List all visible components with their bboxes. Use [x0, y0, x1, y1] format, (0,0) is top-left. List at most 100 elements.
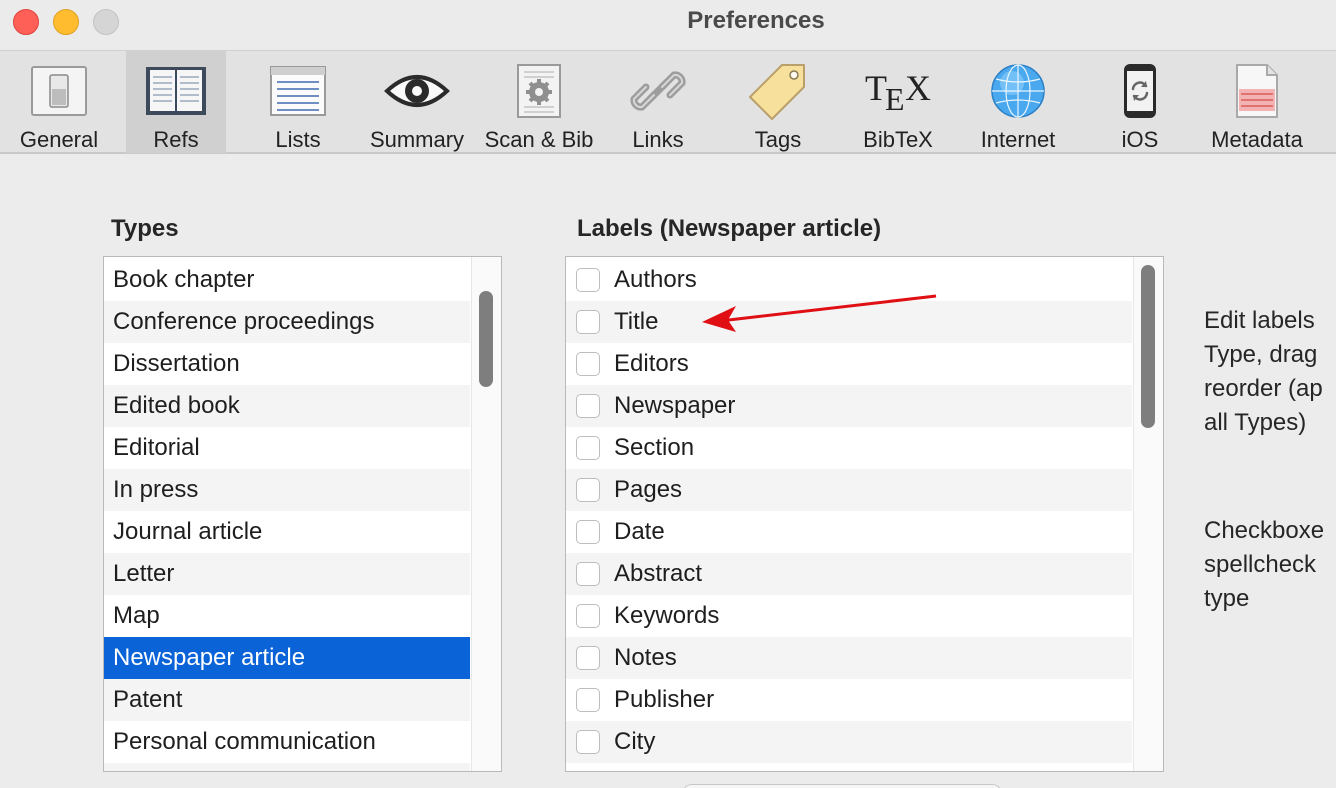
checkbox[interactable] — [576, 646, 600, 670]
toolbar-item-bibtex[interactable]: T E X BibTeX — [856, 51, 940, 153]
labels-heading: Labels (Newspaper article) — [577, 215, 882, 242]
toolbar-item-metadata[interactable]: Metadata — [1202, 51, 1312, 153]
help-line: Type, drag — [1204, 341, 1318, 368]
help-line: spellcheck — [1204, 551, 1317, 578]
checkbox-help-text: Checkboxe spellcheck type — [1204, 514, 1324, 616]
label-row[interactable]: Publisher — [566, 679, 1132, 721]
phone-sync-icon — [1105, 59, 1175, 123]
list-item[interactable]: Edited book — [104, 385, 470, 427]
eye-icon — [382, 59, 452, 123]
checkbox[interactable] — [576, 352, 600, 376]
label-row[interactable]: Newspaper — [566, 385, 1132, 427]
switch-icon — [24, 59, 94, 123]
checkbox[interactable] — [576, 268, 600, 292]
annotation-arrow — [702, 294, 937, 332]
toolbar-label: Links — [632, 127, 684, 152]
svg-text:E: E — [885, 81, 905, 114]
labels-help-text: Edit labels Type, drag reorder (ap all T… — [1204, 304, 1323, 440]
help-line: Checkboxe — [1204, 517, 1325, 544]
toolbar-item-general[interactable]: General — [14, 51, 104, 153]
scrollbar-thumb[interactable] — [1141, 265, 1155, 428]
toolbar-label: Internet — [980, 127, 1056, 152]
checkbox[interactable] — [576, 730, 600, 754]
toolbar-label: General — [19, 127, 99, 152]
list-item[interactable]: Editorial — [104, 427, 470, 469]
list-item[interactable]: Book chapter — [104, 259, 470, 301]
scrollbar-thumb[interactable] — [479, 291, 493, 387]
toolbar-label: Scan & Bib — [484, 127, 594, 152]
toolbar-item-tags[interactable]: Tags — [736, 51, 820, 153]
title-bar: Preferences — [0, 0, 1336, 50]
label-text: Publisher — [614, 686, 715, 713]
globe-icon — [983, 59, 1053, 123]
preferences-toolbar: General Refs Lists Summary Scan & Bib Li… — [0, 50, 1336, 154]
labels-scrollbar[interactable] — [1133, 257, 1163, 771]
tex-logo-icon: T E X — [863, 59, 933, 123]
list-item[interactable]: In press — [104, 469, 470, 511]
label-row[interactable]: Abstract — [566, 553, 1132, 595]
list-item[interactable]: Dissertation — [104, 343, 470, 385]
label-row[interactable]: Notes — [566, 637, 1132, 679]
label-row[interactable]: Section — [566, 427, 1132, 469]
toolbar-item-ios[interactable]: iOS — [1104, 51, 1176, 153]
label-row[interactable]: Keywords — [566, 595, 1132, 637]
toolbar-item-scan-bib[interactable]: Scan & Bib — [480, 51, 598, 153]
list-item[interactable]: Patent — [104, 679, 470, 721]
toolbar-label: Summary — [369, 127, 465, 152]
chain-link-icon — [623, 59, 693, 123]
label-row[interactable]: Pages — [566, 469, 1132, 511]
types-scrollbar[interactable] — [471, 257, 501, 771]
list-item-selected[interactable]: Newspaper article — [104, 637, 470, 679]
checkbox[interactable] — [576, 436, 600, 460]
label-row[interactable]: City — [566, 721, 1132, 763]
toolbar-label: Metadata — [1211, 127, 1303, 152]
toolbar-item-refs[interactable]: Refs — [126, 51, 226, 153]
label-text: Keywords — [614, 602, 720, 629]
tag-icon — [743, 59, 813, 123]
label-row — [566, 763, 1132, 771]
window-title: Preferences — [687, 7, 825, 34]
checkbox[interactable] — [576, 478, 600, 502]
list-item[interactable]: Conference proceedings — [104, 301, 470, 343]
help-line: all Types) — [1204, 409, 1307, 436]
toolbar-item-internet[interactable]: Internet — [970, 51, 1066, 153]
checkbox[interactable] — [576, 688, 600, 712]
toolbar-label: iOS — [1121, 127, 1159, 152]
label-row[interactable]: Editors — [566, 343, 1132, 385]
list-item[interactable]: Journal article — [104, 511, 470, 553]
label-text: Section — [614, 434, 695, 461]
help-line: reorder (ap — [1204, 375, 1323, 402]
toolbar-label: Tags — [754, 127, 802, 152]
label-text: City — [614, 728, 656, 755]
checkbox[interactable] — [576, 604, 600, 628]
bottom-control-edge — [682, 784, 1002, 788]
checkbox[interactable] — [576, 310, 600, 334]
list-item[interactable]: Map — [104, 595, 470, 637]
open-book-icon — [141, 59, 211, 123]
label-text: Date — [614, 518, 665, 545]
toolbar-item-summary[interactable]: Summary — [362, 51, 472, 153]
label-text: Newspaper — [614, 392, 736, 419]
label-text: Authors — [614, 266, 697, 293]
label-text: Title — [614, 308, 659, 335]
list-item[interactable]: Letter — [104, 553, 470, 595]
list-window-icon — [263, 59, 333, 123]
toolbar-label: BibTeX — [863, 127, 933, 152]
checkbox[interactable] — [576, 562, 600, 586]
checkbox[interactable] — [576, 394, 600, 418]
label-text: Pages — [614, 476, 683, 503]
metadata-document-icon — [1222, 59, 1292, 123]
label-text: Editors — [614, 350, 689, 377]
help-line: type — [1204, 585, 1250, 612]
list-item — [104, 763, 470, 771]
toolbar-item-lists[interactable]: Lists — [254, 51, 342, 153]
help-line: Edit labels — [1204, 307, 1315, 334]
svg-text:T: T — [865, 68, 887, 108]
label-row[interactable]: Date — [566, 511, 1132, 553]
types-list[interactable]: Book chapter Conference proceedings Diss… — [103, 256, 502, 772]
checkbox[interactable] — [576, 520, 600, 544]
types-heading: Types — [111, 215, 179, 242]
list-item[interactable]: Personal communication — [104, 721, 470, 763]
label-text: Notes — [614, 644, 677, 671]
toolbar-item-links[interactable]: Links — [614, 51, 702, 153]
